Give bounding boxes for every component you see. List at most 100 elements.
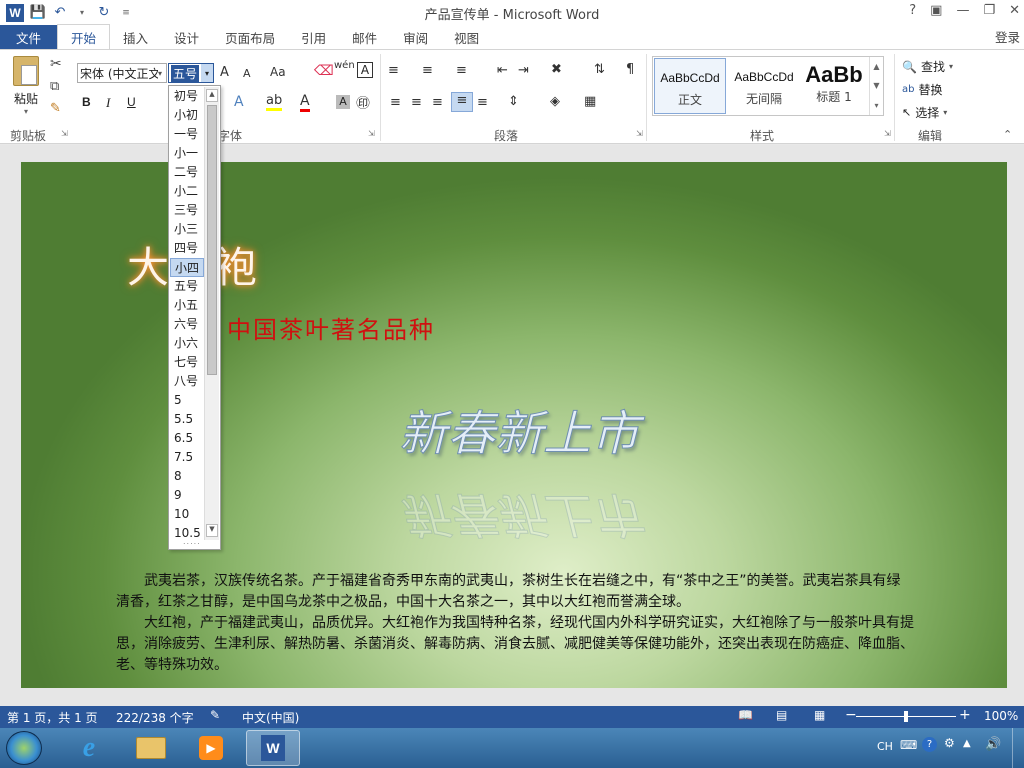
grow-font-button[interactable]: A bbox=[220, 65, 229, 80]
language-status[interactable]: 中文(中国) bbox=[242, 709, 299, 726]
borders-icon[interactable]: ▦ bbox=[584, 94, 596, 109]
font-size-option[interactable]: 七号 bbox=[170, 353, 204, 372]
tab-insert[interactable]: 插入 bbox=[110, 25, 161, 49]
highlight-icon[interactable]: ab bbox=[266, 93, 283, 111]
font-size-option[interactable]: 小初 bbox=[170, 106, 204, 125]
bullets-icon[interactable]: ≡ bbox=[388, 63, 399, 78]
font-size-option[interactable]: 小四 bbox=[170, 258, 204, 277]
doc-slogan[interactable]: 新春新上市 bbox=[398, 394, 639, 464]
style-normal[interactable]: AaBbCcDd 正文 bbox=[654, 58, 726, 114]
zoom-out-icon[interactable]: − bbox=[845, 707, 857, 723]
font-color-icon[interactable]: A bbox=[300, 93, 310, 112]
keyboard-icon[interactable]: ⌨ bbox=[900, 738, 917, 752]
bold-button[interactable]: B bbox=[82, 95, 91, 109]
word-count[interactable]: 222/238 个字 bbox=[116, 709, 194, 726]
tab-layout[interactable]: 页面布局 bbox=[212, 25, 288, 49]
media-player-icon[interactable]: ▶ bbox=[184, 730, 238, 766]
close-icon[interactable]: ✕ bbox=[1009, 3, 1020, 18]
font-size-combo[interactable]: 五号 ▾ bbox=[168, 63, 214, 83]
shading-icon[interactable]: ◈ bbox=[550, 94, 560, 109]
word-taskbar-icon[interactable]: W bbox=[246, 730, 300, 766]
align-center-icon[interactable]: ≡ bbox=[411, 95, 422, 110]
line-spacing-icon[interactable]: ⇕ bbox=[508, 94, 519, 109]
zoom-level[interactable]: 100% bbox=[984, 709, 1018, 723]
style-no-spacing[interactable]: AaBbCcDd 无间隔 bbox=[728, 58, 800, 114]
decrease-indent-icon[interactable]: ⇤ bbox=[497, 63, 508, 78]
font-size-option[interactable]: 小五 bbox=[170, 296, 204, 315]
font-size-option[interactable]: 8 bbox=[170, 467, 204, 486]
show-desktop-button[interactable] bbox=[1012, 728, 1024, 768]
char-shading-icon[interactable]: A bbox=[336, 95, 350, 109]
font-size-option[interactable]: 一号 bbox=[170, 125, 204, 144]
explorer-icon[interactable] bbox=[124, 730, 178, 766]
replace-button[interactable]: ab 替换 bbox=[902, 81, 943, 98]
font-size-option[interactable]: 5 bbox=[170, 391, 204, 410]
tab-home[interactable]: 开始 bbox=[57, 24, 111, 49]
paragraph-launcher-icon[interactable]: ⇲ bbox=[636, 129, 643, 138]
scroll-down-icon[interactable]: ▼ bbox=[873, 81, 879, 90]
font-launcher-icon[interactable]: ⇲ bbox=[368, 129, 375, 138]
align-left-icon[interactable]: ≡ bbox=[390, 95, 401, 110]
resize-grip[interactable]: ..... bbox=[183, 537, 201, 546]
volume-icon[interactable]: 🔊 bbox=[985, 737, 1001, 752]
read-mode-icon[interactable]: 📖 bbox=[738, 708, 753, 722]
font-size-option[interactable]: 八号 bbox=[170, 372, 204, 391]
body-line[interactable]: 武夷岩茶，汉族传统名茶。产于福建省奇秀甲东南的武夷山，茶树生长在岩缝之中，有“茶… bbox=[116, 571, 1007, 592]
font-size-option[interactable]: 三号 bbox=[170, 201, 204, 220]
text-effects-icon[interactable]: A bbox=[234, 94, 244, 110]
paste-button[interactable]: 粘贴 ▾ bbox=[8, 56, 44, 118]
clipboard-launcher-icon[interactable]: ⇲ bbox=[61, 129, 68, 138]
font-size-option[interactable]: 10 bbox=[170, 505, 204, 524]
help-button[interactable]: ? bbox=[909, 3, 916, 18]
shrink-font-button[interactable]: A bbox=[243, 67, 251, 80]
tab-review[interactable]: 审阅 bbox=[390, 25, 441, 49]
restore-icon[interactable]: ❐ bbox=[983, 3, 995, 18]
font-size-option[interactable]: 小三 bbox=[170, 220, 204, 239]
increase-indent-icon[interactable]: ⇥ bbox=[518, 63, 529, 78]
multilevel-list-icon[interactable]: ≡ bbox=[456, 63, 467, 78]
zoom-in-icon[interactable]: + bbox=[959, 707, 971, 723]
doc-subtitle[interactable]: 中国茶叶著名品种 bbox=[227, 310, 435, 345]
more-styles-icon[interactable]: ▾ bbox=[874, 101, 878, 110]
ime-indicator[interactable]: CH bbox=[877, 740, 893, 753]
tab-file[interactable]: 文件 bbox=[0, 25, 58, 49]
font-name-combo[interactable]: 宋体 (中文正文) ▾ bbox=[77, 63, 167, 83]
justify-icon[interactable]: ≡ bbox=[451, 92, 473, 112]
font-size-option[interactable]: 7.5 bbox=[170, 448, 204, 467]
body-line[interactable]: 思，消除疲劳、生津利尿、解热防暑、杀菌消炎、解毒防病、消食去腻、减肥健美等保健功… bbox=[116, 634, 1007, 655]
select-button[interactable]: ↖ 选择 ▾ bbox=[902, 104, 947, 121]
sort-icon[interactable]: ⇅ bbox=[594, 62, 605, 77]
font-size-option[interactable]: 小六 bbox=[170, 334, 204, 353]
font-size-option[interactable]: 小二 bbox=[170, 182, 204, 201]
scroll-up-icon[interactable]: ▲ bbox=[873, 62, 879, 71]
font-size-option[interactable]: 五号 bbox=[170, 277, 204, 296]
align-right-icon[interactable]: ≡ bbox=[432, 95, 443, 110]
tray-settings-icon[interactable]: ⚙ bbox=[944, 736, 955, 750]
body-line[interactable]: 清香，红茶之甘醇，是中国乌龙茶中之极品，中国十大名茶之一，其中以大红袍而誉满全球… bbox=[116, 592, 1007, 613]
underline-button[interactable]: U bbox=[127, 95, 136, 109]
tab-view[interactable]: 视图 bbox=[441, 25, 492, 49]
font-size-option[interactable]: 5.5 bbox=[170, 410, 204, 429]
page-count[interactable]: 第 1 页，共 1 页 bbox=[7, 709, 98, 726]
font-size-option[interactable]: 四号 bbox=[170, 239, 204, 258]
tab-mailings[interactable]: 邮件 bbox=[339, 25, 390, 49]
show-hidden-icons[interactable]: ▲ bbox=[963, 738, 971, 749]
minimize-icon[interactable]: — bbox=[956, 3, 969, 18]
enclose-char-icon[interactable]: ㊞ bbox=[356, 93, 370, 113]
scroll-thumb[interactable] bbox=[207, 105, 217, 375]
body-line[interactable]: 大红袍，产于福建武夷山，品质优异。大红袍作为我国特种名茶，经现代国内外科学研究证… bbox=[116, 613, 1007, 634]
web-layout-icon[interactable]: ▦ bbox=[814, 708, 825, 722]
chinese-layout-icon[interactable]: ✖ bbox=[551, 62, 562, 77]
find-button[interactable]: 🔍 查找 ▾ bbox=[902, 58, 953, 75]
zoom-thumb[interactable] bbox=[904, 711, 908, 722]
help-tray-icon[interactable]: ? bbox=[922, 737, 937, 752]
cut-icon[interactable]: ✂ bbox=[50, 56, 62, 72]
ribbon-display-icon[interactable]: ▣ bbox=[930, 3, 942, 18]
distributed-icon[interactable]: ≡ bbox=[477, 95, 488, 110]
style-heading-1[interactable]: AaBb 标题 1 bbox=[801, 58, 867, 114]
change-case-button[interactable]: Aa bbox=[270, 65, 286, 79]
font-size-option[interactable]: 初号 bbox=[170, 87, 204, 106]
proofing-icon[interactable]: ✎ bbox=[210, 708, 220, 722]
collapse-ribbon-icon[interactable]: ⌃ bbox=[1003, 128, 1012, 141]
dropdown-scrollbar[interactable]: ▲ ▼ bbox=[204, 87, 219, 540]
